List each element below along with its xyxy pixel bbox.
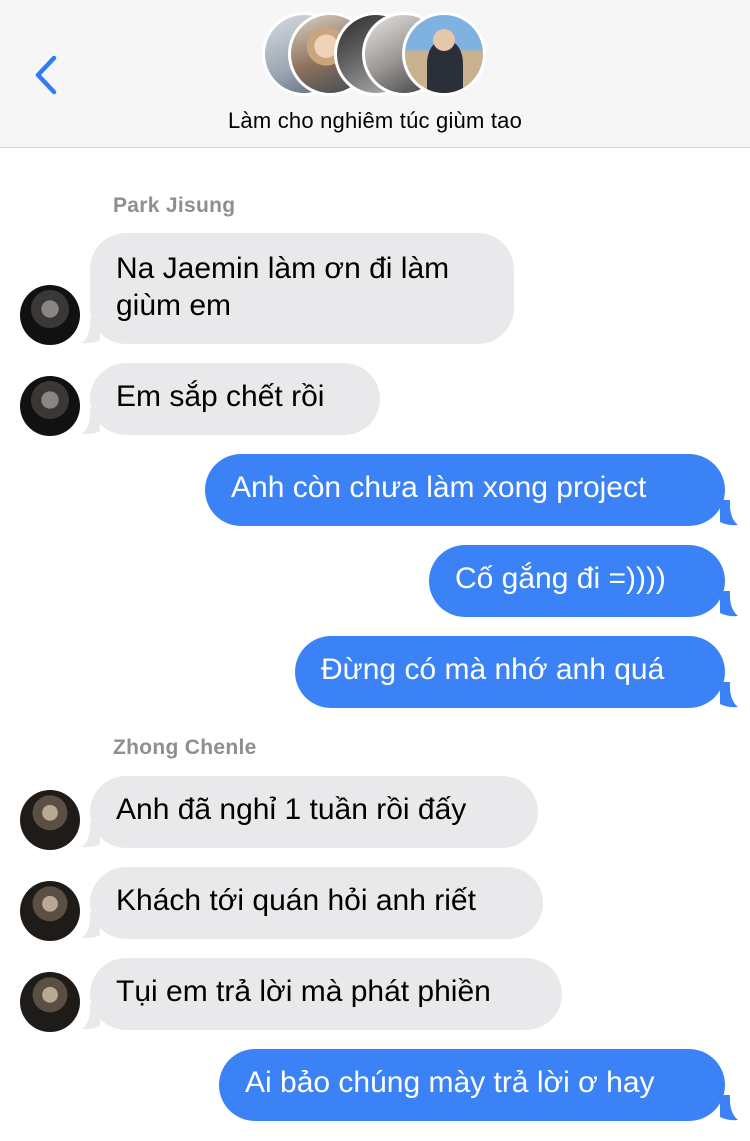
outgoing-message[interactable]: Ai bảo chúng mày trả lời ơ hay <box>219 1049 725 1121</box>
avatar[interactable] <box>20 285 80 345</box>
avatar[interactable] <box>20 881 80 941</box>
outgoing-message[interactable]: Cố gắng đi =)))) <box>429 545 725 617</box>
avatar[interactable] <box>20 376 80 436</box>
chevron-left-icon <box>35 55 57 95</box>
avatar[interactable] <box>20 972 80 1032</box>
group-avatars[interactable] <box>262 12 488 96</box>
incoming-message[interactable]: Khách tới quán hỏi anh riết <box>90 867 543 939</box>
outgoing-message[interactable]: Đừng có mà nhớ anh quá <box>295 636 725 708</box>
incoming-message[interactable]: Em sắp chết rồi <box>90 363 380 435</box>
bubble-tail <box>720 1095 738 1121</box>
sender-name: Park Jisung <box>113 194 236 217</box>
chat-title: Làm cho nghiêm túc giùm tao <box>228 108 522 133</box>
incoming-message[interactable]: Tụi em trả lời mà phát phiền <box>90 958 562 1030</box>
chat-header: Làm cho nghiêm túc giùm tao <box>0 0 750 148</box>
bubble-tail <box>720 500 738 526</box>
incoming-message[interactable]: Anh đã nghỉ 1 tuần rồi đấy <box>90 776 538 848</box>
avatar[interactable] <box>20 790 80 850</box>
back-button[interactable] <box>30 50 66 100</box>
sender-name: Zhong Chenle <box>113 736 257 759</box>
group-avatar <box>402 12 486 96</box>
outgoing-message[interactable]: Anh còn chưa làm xong project <box>205 454 725 526</box>
bubble-tail <box>720 591 738 617</box>
incoming-message[interactable]: Na Jaemin làm ơn đi làm giùm em <box>90 233 514 344</box>
bubble-tail <box>720 682 738 708</box>
